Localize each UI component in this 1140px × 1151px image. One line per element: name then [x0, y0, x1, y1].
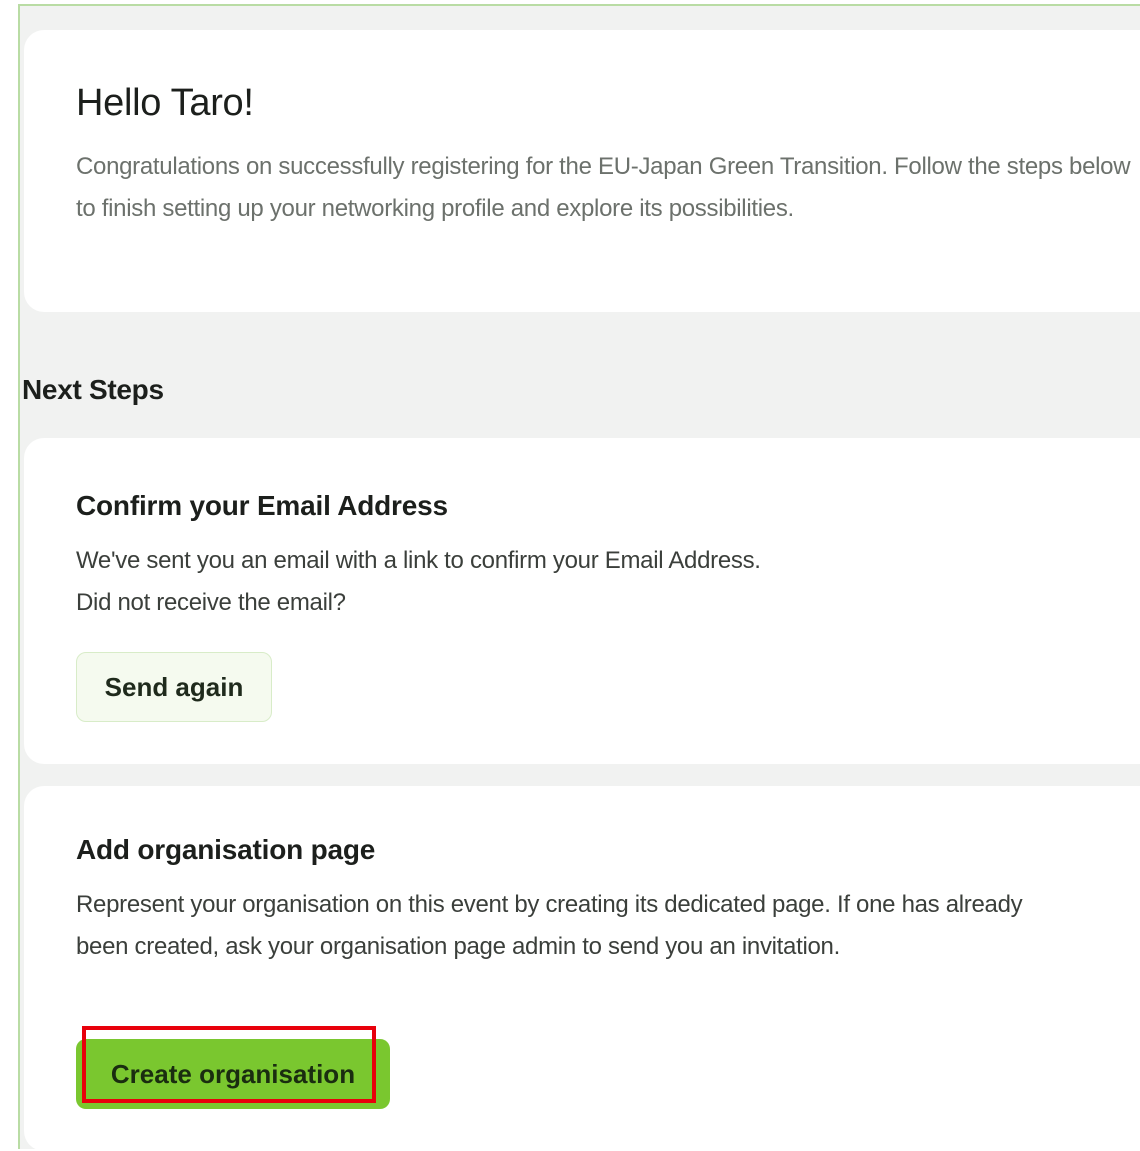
send-again-button[interactable]: Send again	[76, 652, 272, 722]
confirm-email-line-1: We've sent you an email with a link to c…	[76, 547, 761, 574]
confirm-email-line-2: Did not receive the email?	[76, 589, 346, 616]
create-organisation-button[interactable]: Create organisation	[76, 1039, 390, 1109]
confirm-email-text: We've sent you an email with a link to c…	[76, 540, 1076, 624]
add-organisation-description: Represent your organisation on this even…	[76, 891, 1023, 960]
welcome-card: Hello Taro! Congratulations on successfu…	[24, 30, 1140, 312]
main-content-frame: Hello Taro! Congratulations on successfu…	[18, 4, 1140, 1151]
greeting-heading: Hello Taro!	[76, 82, 254, 124]
welcome-message: Congratulations on successfully register…	[76, 153, 1131, 222]
add-organisation-card: Add organisation page Represent your org…	[24, 786, 1140, 1151]
confirm-email-title: Confirm your Email Address	[76, 490, 448, 521]
next-steps-heading: Next Steps	[22, 374, 164, 405]
add-organisation-title: Add organisation page	[76, 834, 376, 865]
confirm-email-card: Confirm your Email Address We've sent yo…	[24, 438, 1140, 764]
